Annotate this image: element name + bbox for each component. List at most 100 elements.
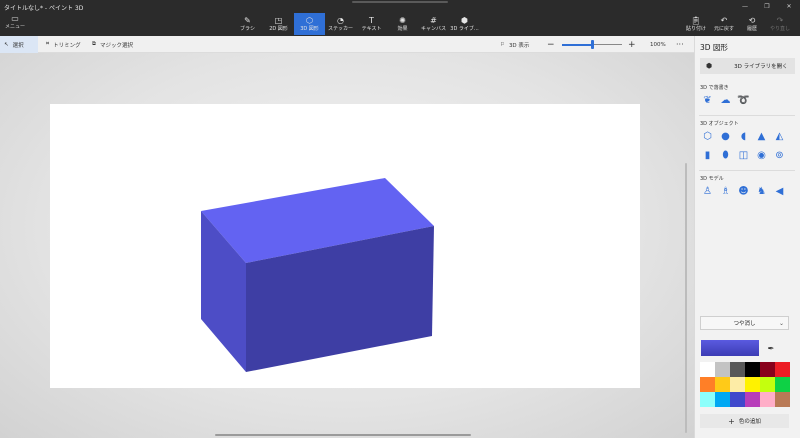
3d-cube-object[interactable] (50, 104, 640, 388)
color-swatch-8[interactable] (730, 377, 745, 392)
dog-model-icon[interactable]: ☻ (736, 184, 751, 199)
color-swatch-10[interactable] (760, 377, 775, 392)
color-swatch-7[interactable] (715, 377, 730, 392)
tab-3d-shapes[interactable]: ⬡ 3D 図形 (294, 13, 325, 35)
tube-doodle-icon[interactable]: ➰ (736, 93, 751, 108)
tab-text[interactable]: T テキスト (356, 13, 387, 35)
donut-icon[interactable]: ◉ (754, 148, 769, 163)
tab-canvas[interactable]: # キャンバス (418, 13, 449, 35)
color-swatch-15[interactable] (745, 392, 760, 407)
horizontal-scrollbar[interactable] (215, 434, 471, 436)
cone-icon[interactable]: ▲ (754, 129, 769, 144)
open-3d-library-button[interactable]: ⬢ 3D ライブラリを開く (700, 58, 795, 74)
undo-icon: ↶ (720, 15, 728, 25)
man-model-icon[interactable]: ♙ (700, 184, 715, 199)
tool-label: 2D 図形 (269, 25, 288, 32)
undo-button[interactable]: ↶ 元に戻す (710, 13, 738, 35)
tool-label: 元に戻す (713, 25, 734, 32)
eyedropper-button[interactable]: ✒ (763, 340, 779, 356)
drawing-canvas[interactable] (50, 104, 640, 388)
select-button[interactable]: ↖ 選択 (0, 36, 38, 53)
tool-label: ステッカー (327, 25, 353, 32)
tab-brush[interactable]: ✎ ブラシ (232, 13, 263, 35)
soft-doodle-icon[interactable]: ☁ (718, 93, 733, 108)
restore-button[interactable]: ❐ (756, 0, 778, 12)
view-3d-button[interactable]: ⚐ 3D 表示 (500, 36, 529, 53)
menu-button[interactable]: ▭ メニュー (4, 14, 26, 34)
tool-label: 3D ライブ... (450, 25, 479, 32)
zoom-slider[interactable] (562, 40, 622, 49)
pyramid-icon[interactable]: ◭ (772, 129, 787, 144)
cursor-icon: ↖ (4, 41, 9, 48)
drag-handle[interactable] (352, 1, 448, 3)
current-color-swatch[interactable] (701, 340, 759, 356)
zoom-out-button[interactable]: − (547, 36, 555, 53)
color-swatch-5[interactable] (775, 362, 790, 377)
cat-model-icon[interactable]: ♞ (754, 184, 769, 199)
tool-label: キャンバス (420, 25, 446, 32)
doodle-tools: ❦ ☁ ➰ (700, 93, 751, 108)
hemisphere-icon[interactable]: ◖ (736, 129, 751, 144)
view-3d-label: 3D 表示 (508, 42, 530, 49)
3d-shapes-panel: 3D 図形 ⬢ 3D ライブラリを開く 3D で落書き ❦ ☁ ➰ 3D オブジ… (694, 36, 800, 438)
zoom-slider-thumb[interactable] (590, 40, 594, 49)
color-swatch-0[interactable] (700, 362, 715, 377)
more-options-button[interactable]: ··· (676, 36, 684, 53)
capsule-icon[interactable]: ⬮ (718, 148, 733, 163)
magic-select-label: マジック選択 (99, 42, 133, 49)
tube-icon[interactable]: ◫ (736, 148, 751, 163)
paste-button[interactable]: 📋︎ 貼り付け (682, 13, 710, 35)
3d-library-icon: ⬢ (461, 15, 468, 25)
zoom-in-button[interactable]: + (628, 36, 636, 53)
panel-title: 3D 図形 (700, 43, 728, 52)
history-button[interactable]: ⟲ 履歴 (738, 13, 766, 35)
color-swatch-1[interactable] (715, 362, 730, 377)
magic-select-button[interactable]: ⧉ マジック選択 (92, 36, 133, 53)
color-swatch-12[interactable] (700, 392, 715, 407)
close-button[interactable]: ✕ (778, 0, 800, 12)
history-icon: ⟲ (748, 15, 756, 25)
paste-icon: 📋︎ (690, 15, 702, 25)
3d-shapes-icon: ⬡ (306, 15, 313, 25)
sharp-doodle-icon[interactable]: ❦ (700, 93, 715, 108)
fish-model-icon[interactable]: ◀ (772, 184, 787, 199)
color-swatch-4[interactable] (760, 362, 775, 377)
text-icon: T (369, 15, 374, 25)
redo-button[interactable]: ↷ やり直し (766, 13, 794, 35)
magic-select-icon: ⧉ (92, 41, 96, 47)
2d-shapes-icon: ◳ (274, 15, 283, 25)
finish-dropdown[interactable]: つや消し ⌄ (700, 316, 789, 330)
tool-label: ブラシ (240, 25, 255, 32)
color-swatch-11[interactable] (775, 377, 790, 392)
tab-2d-shapes[interactable]: ◳ 2D 図形 (263, 13, 294, 35)
cube-icon[interactable]: ⬡ (700, 129, 715, 144)
eyedropper-icon: ✒ (767, 343, 775, 353)
color-swatch-6[interactable] (700, 377, 715, 392)
object-row-2: ▮ ⬮ ◫ ◉ ⊚ (700, 148, 787, 163)
color-swatch-9[interactable] (745, 377, 760, 392)
crop-icon: ⌗ (46, 41, 50, 47)
tab-stickers[interactable]: ◔ ステッカー (325, 13, 356, 35)
sub-toolbar: ↖ 選択 ⌗ トリミング ⧉ マジック選択 ⚐ 3D 表示 − + 100% ·… (0, 36, 694, 53)
tab-3d-library[interactable]: ⬢ 3D ライブ... (449, 13, 480, 35)
main-toolbar: ✎ ブラシ ◳ 2D 図形 ⬡ 3D 図形 ◔ ステッカー T テキスト ✺ 効… (232, 13, 480, 35)
tool-label: やり直し (769, 25, 790, 32)
section-models-label: 3D モデル (700, 176, 724, 182)
color-swatch-17[interactable] (775, 392, 790, 407)
vertical-scrollbar[interactable] (685, 163, 687, 433)
sphere-icon[interactable]: ● (718, 129, 733, 144)
cylinder-icon[interactable]: ▮ (700, 148, 715, 163)
color-swatch-14[interactable] (730, 392, 745, 407)
color-swatch-3[interactable] (745, 362, 760, 377)
color-swatch-13[interactable] (715, 392, 730, 407)
color-swatch-2[interactable] (730, 362, 745, 377)
sticker-icon: ◔ (337, 15, 344, 25)
torus-icon[interactable]: ⊚ (772, 148, 787, 163)
woman-model-icon[interactable]: ♗ (718, 184, 733, 199)
trim-button[interactable]: ⌗ トリミング (46, 36, 81, 53)
tool-label: テキスト (361, 25, 382, 32)
add-color-button[interactable]: + 色の追加 (700, 414, 789, 428)
minimize-button[interactable]: — (734, 0, 756, 12)
tab-effects[interactable]: ✺ 効果 (387, 13, 418, 35)
color-swatch-16[interactable] (760, 392, 775, 407)
